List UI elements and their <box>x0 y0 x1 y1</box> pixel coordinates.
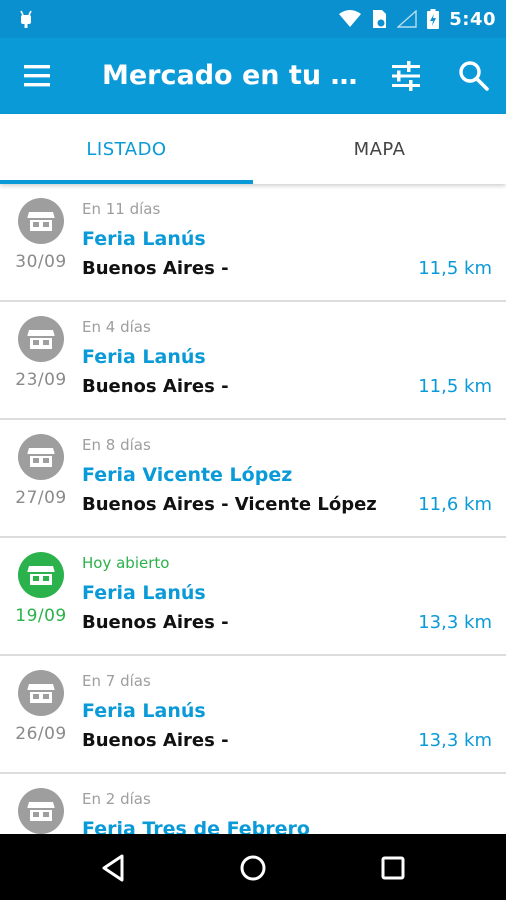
app-screen: 5:40 Mercado en tu barrio LISTADO MAPA <box>0 0 506 900</box>
market-distance: 11,5 km <box>418 376 492 397</box>
app-toolbar: Mercado en tu barrio <box>0 38 506 114</box>
market-name: Feria Lanús <box>82 228 206 250</box>
system-navigation-bar <box>0 834 506 900</box>
market-stall-icon <box>18 316 64 362</box>
market-distance: 11,5 km <box>418 258 492 279</box>
market-status: En 8 días <box>82 436 151 454</box>
list-item[interactable]: 27/09 En 8 días Feria Vicente López Buen… <box>0 420 506 538</box>
market-date: 19/09 <box>15 606 67 626</box>
market-distance: 11,6 km <box>418 494 492 515</box>
status-bar: 5:40 <box>0 0 506 38</box>
market-name: Feria Lanús <box>82 346 206 368</box>
filter-sliders-icon[interactable] <box>388 58 424 94</box>
list-item[interactable]: 19/09 Hoy abierto Feria Lanús Buenos Air… <box>0 538 506 656</box>
home-icon[interactable] <box>233 848 273 888</box>
market-status: En 7 días <box>82 672 151 690</box>
market-location: Buenos Aires - <box>82 730 229 751</box>
market-location: Buenos Aires - Vicente López <box>82 494 377 515</box>
signal-icon <box>397 10 417 28</box>
market-date: 26/09 <box>15 724 67 744</box>
market-location: Buenos Aires - <box>82 258 229 279</box>
market-list: 30/09 En 11 días Feria Lanús Buenos Aire… <box>0 184 506 834</box>
status-time: 5:40 <box>449 8 496 30</box>
market-stall-icon <box>18 434 64 480</box>
market-name: Feria Vicente López <box>82 464 293 486</box>
list-item[interactable]: 26/09 En 7 días Feria Lanús Buenos Aires… <box>0 656 506 774</box>
market-stall-icon <box>18 552 64 598</box>
tab-bar: LISTADO MAPA <box>0 114 506 184</box>
market-location: Buenos Aires - <box>82 376 229 397</box>
market-status: En 4 días <box>82 318 151 336</box>
page-title: Mercado en tu barrio <box>102 60 364 91</box>
search-icon[interactable] <box>456 58 492 94</box>
status-icons: 5:40 <box>339 0 496 38</box>
market-name: Feria Tres de Febrero <box>82 818 310 834</box>
recent-apps-icon[interactable] <box>373 848 413 888</box>
tab-listado[interactable]: LISTADO <box>0 114 253 184</box>
market-date: 23/09 <box>15 370 67 390</box>
market-name: Feria Lanús <box>82 582 206 604</box>
list-item[interactable]: 23/09 En 4 días Feria Lanús Buenos Aires… <box>0 302 506 420</box>
menu-icon[interactable] <box>22 60 56 94</box>
back-icon[interactable] <box>93 848 133 888</box>
wifi-icon <box>339 10 362 27</box>
market-stall-icon <box>18 788 64 834</box>
market-location: Buenos Aires - <box>82 612 229 633</box>
market-date: 27/09 <box>15 488 67 508</box>
list-item[interactable]: 30/09 En 11 días Feria Lanús Buenos Aire… <box>0 184 506 302</box>
list-item[interactable]: En 2 días Feria Tres de Febrero <box>0 774 506 834</box>
tab-mapa[interactable]: MAPA <box>253 114 506 184</box>
market-stall-icon <box>18 198 64 244</box>
android-notification-icon <box>20 10 32 28</box>
market-stall-icon <box>18 670 64 716</box>
battery-icon <box>427 9 440 29</box>
market-distance: 13,3 km <box>418 730 492 751</box>
market-name: Feria Lanús <box>82 700 206 722</box>
market-status: En 11 días <box>82 200 161 218</box>
market-date: 30/09 <box>15 252 67 272</box>
market-status: En 2 días <box>82 790 151 808</box>
sim-card-icon <box>373 10 387 28</box>
market-status: Hoy abierto <box>82 554 170 572</box>
market-distance: 13,3 km <box>418 612 492 633</box>
